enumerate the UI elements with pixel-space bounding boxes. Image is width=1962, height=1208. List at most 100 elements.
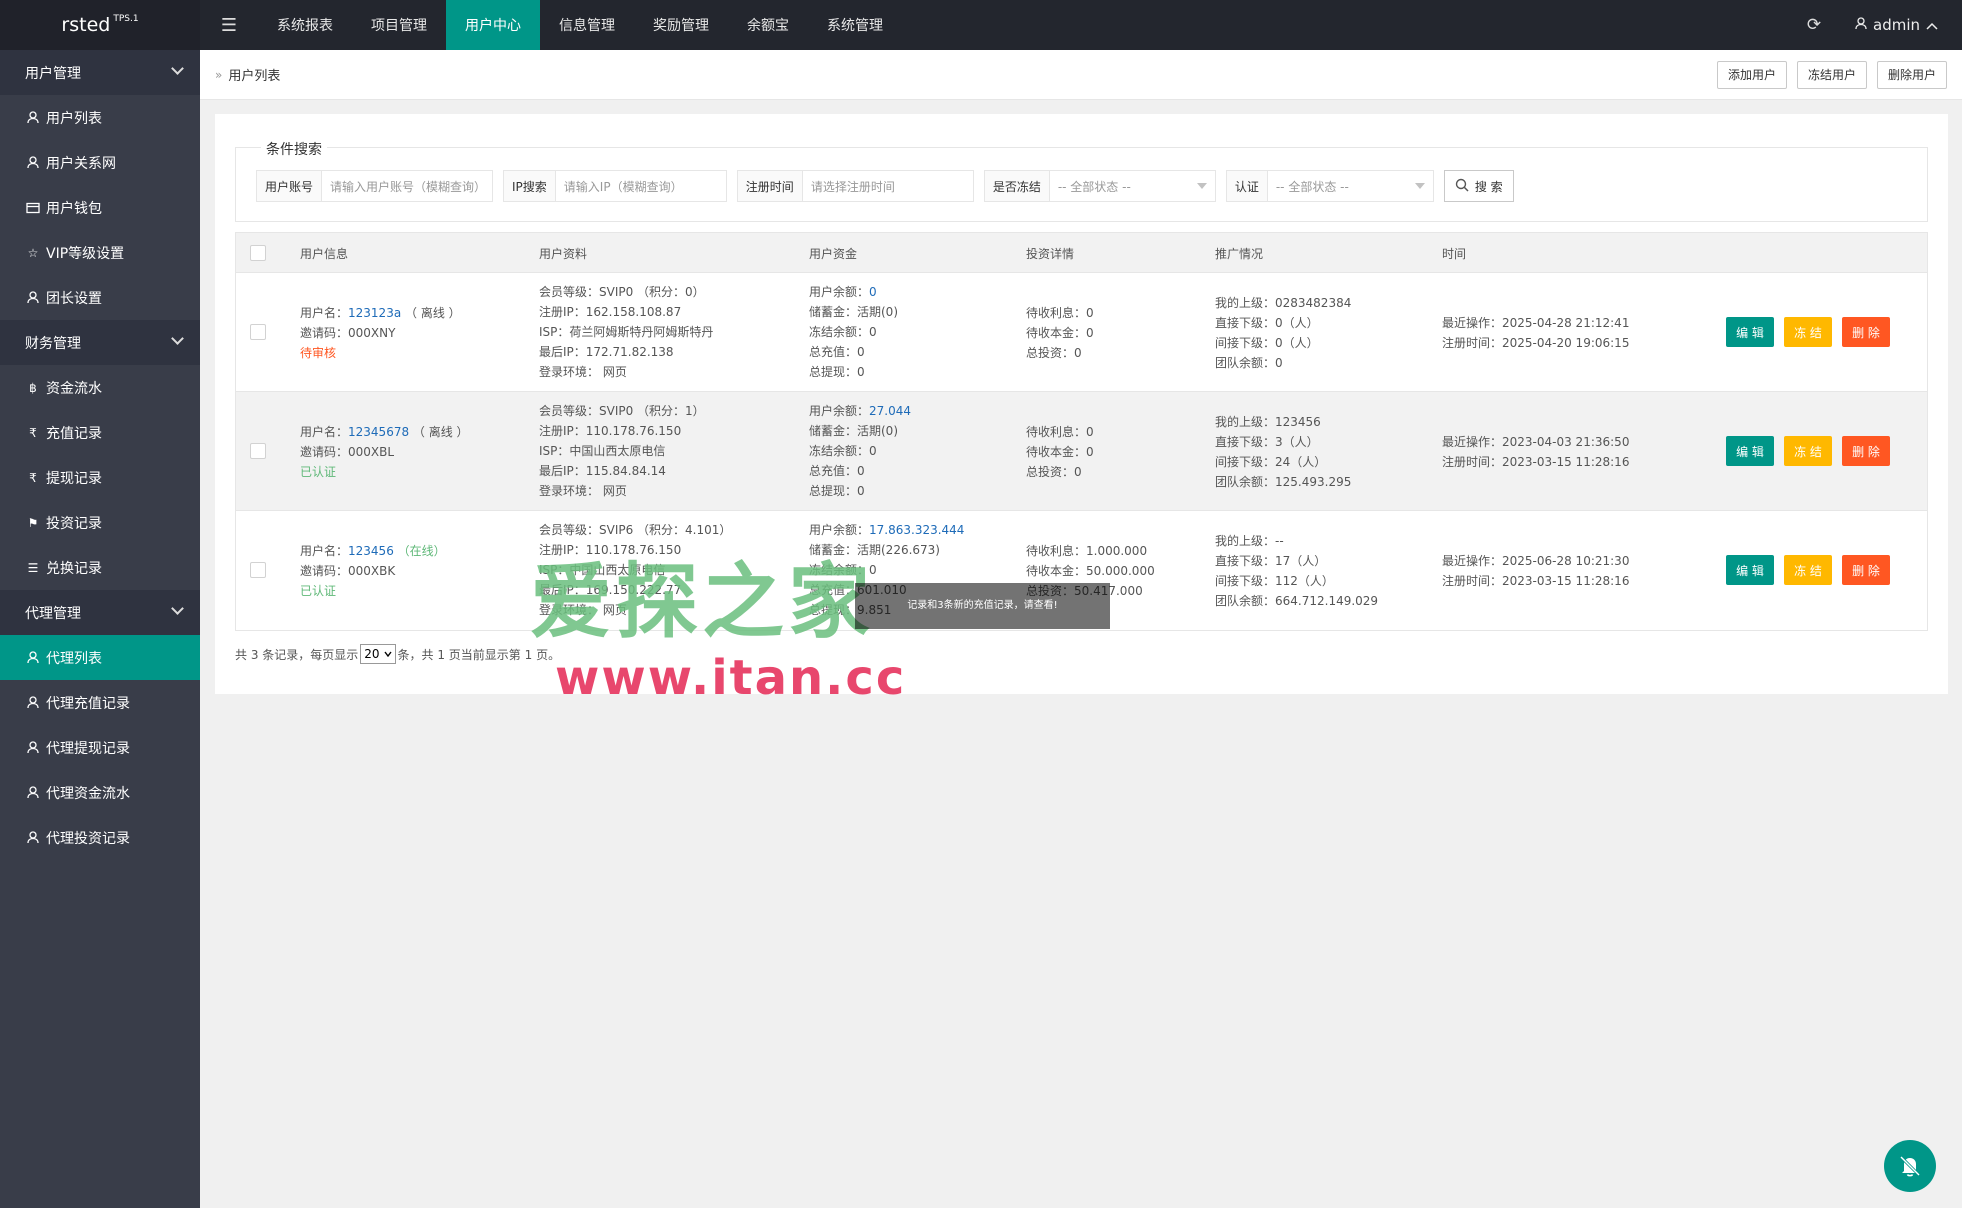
brand-version: TPS.1: [113, 14, 139, 24]
invite-code: 邀请码：000XBK: [300, 564, 396, 578]
sidebar-item-label: 用户关系网: [46, 155, 116, 172]
search-button-label: 搜 索: [1474, 179, 1503, 194]
funds-line: 总充值：0: [809, 464, 865, 478]
top-nav-item[interactable]: 信息管理: [540, 0, 634, 50]
profile-line: ISP：荷兰阿姆斯特丹阿姆斯特丹: [539, 325, 714, 339]
sidebar-item[interactable]: ฿ 资金流水: [0, 365, 200, 410]
breadcrumb: » 用户列表: [200, 65, 280, 85]
balance-value[interactable]: 17.863.323.444: [869, 523, 964, 537]
profile-line: 注册IP：162.158.108.87: [539, 305, 682, 319]
delete-user-button[interactable]: 删除用户: [1876, 60, 1947, 89]
online-status: （ 离线 ）: [412, 425, 469, 439]
notification-toast[interactable]: 记录和3条新的充值记录，请查看!: [855, 583, 1110, 629]
notification-mute-button[interactable]: [1884, 1140, 1936, 1192]
search-button[interactable]: 搜 索: [1443, 170, 1514, 202]
username-link[interactable]: 123456: [348, 544, 394, 558]
freeze-button[interactable]: 冻 结: [1784, 555, 1832, 585]
header-invest: 投资详情: [1026, 247, 1075, 261]
sidebar-item[interactable]: 用户关系网: [0, 140, 200, 185]
row-checkbox[interactable]: [250, 562, 266, 578]
balance-value[interactable]: 27.044: [869, 404, 911, 418]
top-nav-item[interactable]: 项目管理: [352, 0, 446, 50]
time-details: 最近操作：2023-04-03 21:36:50 注册时间：2023-03-15 …: [1442, 432, 1629, 472]
ip-label: IP搜索: [504, 171, 556, 201]
verify-status: 已认证: [300, 465, 337, 479]
dropdown-arrow-icon: [1414, 183, 1425, 189]
promo-details: 我的上级：0283482384 直接下级：0（人） 间接下级：0（人） 团队余额：0: [1215, 293, 1351, 373]
bitcoin-icon: ฿: [29, 380, 37, 395]
chevron-down-icon: [171, 62, 184, 75]
delete-button[interactable]: 删 除: [1842, 317, 1890, 347]
freeze-button[interactable]: 冻 结: [1784, 436, 1832, 466]
top-nav-item[interactable]: 用户中心: [446, 0, 540, 50]
regtime-input[interactable]: 请选择注册时间: [803, 171, 973, 201]
delete-button[interactable]: 删 除: [1842, 555, 1890, 585]
profile-line: 登录环境： 网页: [539, 484, 627, 498]
ip-input[interactable]: 请输入IP（模糊查询）: [556, 171, 726, 201]
user-menu[interactable]: admin: [1839, 16, 1962, 34]
menu-toggle-icon[interactable]: ☰: [200, 0, 258, 50]
sidebar-item[interactable]: 用户列表: [0, 95, 200, 140]
row-checkbox[interactable]: [250, 443, 266, 459]
promo-line: 间接下级：112（人）: [1215, 574, 1334, 588]
edit-button[interactable]: 编 辑: [1726, 317, 1774, 347]
balance-value[interactable]: 0: [869, 285, 877, 299]
promo-line: 我的上级：0283482384: [1215, 296, 1352, 310]
brand-logo[interactable]: rsted TPS.1: [0, 0, 200, 50]
auth-select[interactable]: -- 全部状态 --: [1268, 171, 1433, 201]
list-icon: ☰: [27, 560, 39, 575]
top-nav-item[interactable]: 余额宝: [728, 0, 808, 50]
invite-code: 邀请码：000XBL: [300, 445, 395, 459]
sidebar-item[interactable]: ⚑ 投资记录: [0, 500, 200, 545]
top-nav-item[interactable]: 奖励管理: [634, 0, 728, 50]
promo-line: 我的上级：--: [1215, 534, 1284, 548]
username-label: 用户名：: [300, 425, 349, 439]
sidebar-group[interactable]: 代理管理: [0, 590, 200, 635]
sidebar-group[interactable]: 用户管理: [0, 50, 200, 95]
freeze-button[interactable]: 冻 结: [1784, 317, 1832, 347]
sidebar-item[interactable]: ₹ 充值记录: [0, 410, 200, 455]
page-size-select[interactable]: 20: [360, 644, 396, 664]
sidebar-item[interactable]: 代理充值记录: [0, 680, 200, 725]
row-checkbox[interactable]: [250, 324, 266, 340]
invest-line: 待收利息：0: [1026, 306, 1094, 320]
sidebar-item[interactable]: ☆ VIP等级设置: [0, 230, 200, 275]
frozen-select[interactable]: -- 全部状态 --: [1050, 171, 1215, 201]
add-user-button[interactable]: 添加用户: [1716, 60, 1787, 89]
user-icon: [26, 831, 40, 844]
time-details: 最近操作：2025-04-28 21:12:41 注册时间：2025-04-20 …: [1442, 313, 1629, 353]
select-all-checkbox[interactable]: [250, 245, 266, 261]
sidebar-item[interactable]: 用户钱包: [0, 185, 200, 230]
username-link[interactable]: 123123a: [348, 306, 401, 320]
sidebar-item-label: VIP等级设置: [46, 245, 125, 262]
sidebar-item[interactable]: ☰ 兑换记录: [0, 545, 200, 590]
invest-line: 待收本金：50.000.000: [1026, 564, 1155, 578]
sidebar-item-label: 资金流水: [46, 380, 102, 397]
account-input[interactable]: 请输入用户账号（模糊查询）: [322, 171, 492, 201]
sidebar-item[interactable]: 代理列表: [0, 635, 200, 680]
header-promo: 推广情况: [1215, 247, 1264, 261]
invest-line: 待收利息：1.000.000: [1026, 544, 1148, 558]
time-line: 最近操作：2023-04-03 21:36:50: [1442, 435, 1630, 449]
funds-line: 总提现：0: [809, 365, 865, 379]
sidebar-item[interactable]: 代理资金流水: [0, 770, 200, 815]
time-details: 最近操作：2025-06-28 10:21:30 注册时间：2023-03-15 …: [1442, 551, 1629, 591]
sidebar-group[interactable]: 财务管理: [0, 320, 200, 365]
sidebar-item-label: 团长设置: [46, 290, 102, 307]
promo-line: 直接下级：3（人）: [1215, 435, 1319, 449]
freeze-user-button[interactable]: 冻结用户: [1796, 60, 1867, 89]
table-header: 用户信息 用户资料 用户资金 投资详情 推广情况 时间: [236, 233, 1927, 273]
user-info: 用户名：123123a （ 离线 ） 邀请码：000XNY 待审核: [300, 303, 461, 363]
sidebar-item-label: 代理充值记录: [46, 695, 130, 712]
sidebar-item[interactable]: 代理提现记录: [0, 725, 200, 770]
sidebar-item[interactable]: 团长设置: [0, 275, 200, 320]
top-nav-item[interactable]: 系统报表: [258, 0, 352, 50]
sidebar-item[interactable]: ₹ 提现记录: [0, 455, 200, 500]
edit-button[interactable]: 编 辑: [1726, 555, 1774, 585]
edit-button[interactable]: 编 辑: [1726, 436, 1774, 466]
username-link[interactable]: 12345678: [348, 425, 409, 439]
top-nav-item[interactable]: 系统管理: [808, 0, 902, 50]
sidebar-item[interactable]: 代理投资记录: [0, 815, 200, 860]
refresh-icon[interactable]: ⟳: [1789, 0, 1839, 50]
delete-button[interactable]: 删 除: [1842, 436, 1890, 466]
